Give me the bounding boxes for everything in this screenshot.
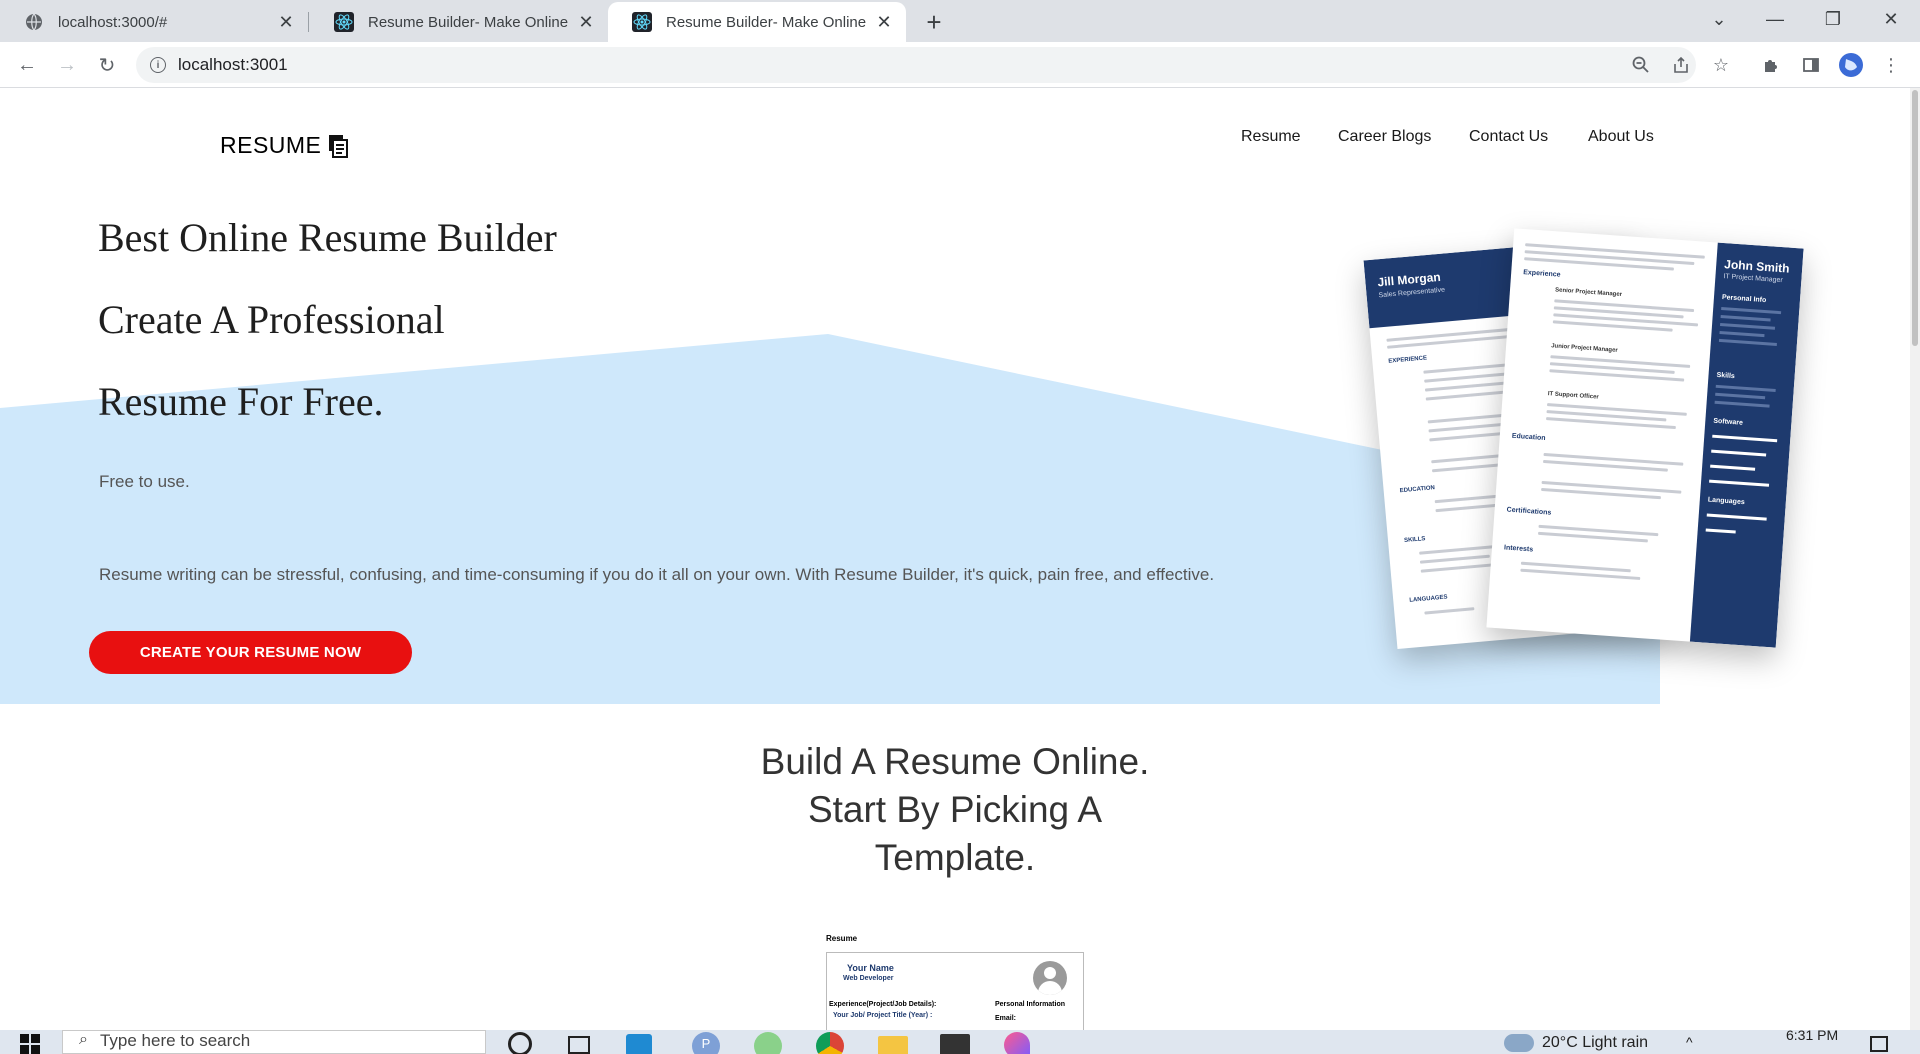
template-name: Your Name: [847, 963, 894, 973]
bookmark-star-icon[interactable]: ☆: [1706, 50, 1736, 80]
template-left-heading: Experience(Project/Job Details):: [829, 1001, 937, 1008]
browser-tab-3-active[interactable]: Resume Builder- Make Online Re ✕: [608, 2, 906, 42]
app-p-icon[interactable]: P: [692, 1032, 720, 1054]
notifications-icon[interactable]: [1870, 1036, 1888, 1052]
resume-left-section: EXPERIENCE: [1388, 355, 1428, 365]
clock-time[interactable]: 6:31 PM: [1786, 1030, 1838, 1043]
browser-toolbar: ← → ↻ i localhost:3001 ☆ ⋮: [0, 42, 1920, 88]
logo-text: RESUME: [220, 132, 322, 158]
templates-heading-line: Start By Picking A: [807, 789, 1103, 830]
web-page: RESUME Resume Career Blogs Contact Us Ab…: [0, 88, 1910, 1030]
template-label: Resume: [826, 934, 858, 943]
nav-resume-link[interactable]: Resume: [1241, 128, 1301, 146]
resume-right-job: Senior Project Manager: [1554, 287, 1623, 299]
terminal-icon[interactable]: [940, 1034, 970, 1054]
nav-contact-us-link[interactable]: Contact Us: [1469, 128, 1548, 146]
hero-tagline: Free to use.: [99, 472, 190, 491]
resume-right-sidebar-section: Software: [1713, 417, 1744, 427]
zoom-icon[interactable]: [1626, 50, 1656, 80]
logo-mark-icon: [327, 133, 349, 159]
windows-taskbar: ⌕ Type here to search P 20°C Light rain …: [0, 1030, 1920, 1054]
file-explorer-icon[interactable]: [878, 1036, 908, 1054]
chrome-icon[interactable]: [816, 1032, 844, 1054]
hero-title-line-3: Resume For Free.: [98, 379, 384, 424]
hero-description: Resume writing can be stressful, confusi…: [99, 565, 1215, 584]
browser-tab-strip: localhost:3000/# ✕ Resume Builder- Make …: [0, 0, 1920, 42]
create-resume-button[interactable]: CREATE YOUR RESUME NOW: [89, 631, 412, 674]
weather-text[interactable]: 20°C Light rain: [1542, 1034, 1648, 1052]
templates-heading-line: Build A Resume Online.: [760, 741, 1150, 782]
back-arrow-icon[interactable]: ←: [12, 50, 42, 80]
vscode-icon[interactable]: [626, 1034, 652, 1054]
react-icon: [334, 12, 354, 32]
extensions-puzzle-icon[interactable]: [1756, 50, 1786, 80]
tab-title: Resume Builder- Make Online Re: [666, 13, 866, 31]
site-info-icon[interactable]: i: [150, 57, 166, 73]
template-role: Web Developer: [843, 975, 894, 982]
resume-right-section: Education: [1511, 432, 1546, 443]
resume-left-section: SKILLS: [1403, 536, 1426, 545]
react-icon: [632, 12, 652, 32]
address-bar[interactable]: i localhost:3001: [136, 47, 1696, 83]
resume-preview-right: John Smith IT Project Manager Personal I…: [1486, 228, 1804, 648]
page-scrollbar[interactable]: [1910, 88, 1920, 1030]
profile-avatar[interactable]: [1836, 50, 1866, 80]
globe-icon: [24, 12, 44, 32]
close-window-icon[interactable]: ✕: [1866, 0, 1916, 38]
close-tab-icon[interactable]: ✕: [874, 12, 894, 32]
template-avatar: [1033, 961, 1067, 995]
resume-right-sidebar-section: Skills: [1716, 371, 1736, 381]
search-icon: ⌕: [79, 1031, 88, 1048]
restore-icon[interactable]: ❐: [1808, 0, 1858, 38]
system-tray-chevron-icon[interactable]: ^: [1686, 1034, 1693, 1050]
app-green-icon[interactable]: [754, 1032, 782, 1054]
paint-icon[interactable]: [1004, 1032, 1030, 1054]
site-logo[interactable]: RESUME: [220, 132, 349, 159]
templates-heading: Build A Resume Online. Start By Picking …: [700, 738, 1210, 882]
resume-right-job: Junior Project Manager: [1550, 343, 1618, 354]
tab-divider: [308, 12, 309, 32]
hero-title-line-2: Create A Professional: [98, 297, 445, 342]
hero-title-line-1: Best Online Resume Builder: [98, 215, 557, 260]
task-view-icon[interactable]: [568, 1036, 590, 1054]
side-panel-icon[interactable]: [1796, 50, 1826, 80]
nav-about-us-link[interactable]: About Us: [1588, 128, 1654, 146]
forward-arrow-icon[interactable]: →: [52, 50, 82, 80]
new-tab-button[interactable]: +: [920, 7, 948, 37]
resume-right-section: Experience: [1522, 269, 1561, 279]
minimize-icon[interactable]: —: [1750, 0, 1800, 38]
browser-menu-icon[interactable]: ⋮: [1876, 50, 1906, 80]
tab-search-chevron-icon[interactable]: ⌄: [1694, 0, 1744, 38]
reload-icon[interactable]: ↻: [92, 50, 122, 80]
url-text: localhost:3001: [178, 55, 288, 74]
close-tab-icon[interactable]: ✕: [276, 12, 296, 32]
resume-left-section: EDUCATION: [1399, 485, 1436, 495]
tab-title: Resume Builder- Make Online Re: [368, 13, 568, 31]
scrollbar-thumb[interactable]: [1912, 90, 1918, 346]
templates-heading-line: Template.: [874, 837, 1036, 878]
resume-right-job: IT Support Officer: [1547, 391, 1599, 401]
windows-start-icon[interactable]: [20, 1034, 40, 1054]
search-placeholder: Type here to search: [99, 1031, 251, 1050]
browser-tab-2[interactable]: Resume Builder- Make Online Re ✕: [310, 2, 608, 42]
resume-right-sidebar: John Smith IT Project Manager Personal I…: [1689, 242, 1804, 648]
browser-tab-1[interactable]: localhost:3000/# ✕: [0, 2, 308, 42]
template-thumbnail[interactable]: Resume Your Name Web Developer Experienc…: [826, 934, 1086, 1030]
resume-left-section: LANGUAGES: [1409, 594, 1448, 604]
share-icon[interactable]: [1666, 50, 1696, 80]
taskbar-search-input[interactable]: ⌕ Type here to search: [62, 1030, 486, 1054]
weather-icon[interactable]: [1504, 1034, 1534, 1052]
template-left-sub: Your Job/ Project Title (Year) :: [833, 1012, 933, 1019]
tab-title: localhost:3000/#: [58, 13, 168, 31]
resume-right-section: Certifications: [1506, 506, 1552, 517]
template-right-heading: Personal Information: [995, 1001, 1066, 1008]
nav-career-blogs-link[interactable]: Career Blogs: [1338, 128, 1431, 146]
close-tab-icon[interactable]: ✕: [576, 12, 596, 32]
template-right-sub: Email:: [995, 1015, 1017, 1022]
resume-right-section: Interests: [1503, 544, 1534, 554]
resume-right-sidebar-section: Personal Info: [1721, 294, 1767, 305]
resume-right-sidebar-section: Languages: [1707, 496, 1745, 507]
cortana-icon[interactable]: [508, 1032, 532, 1054]
resume-preview-illustration: Jill Morgan Sales Representative EXPERIE…: [1360, 228, 1820, 650]
